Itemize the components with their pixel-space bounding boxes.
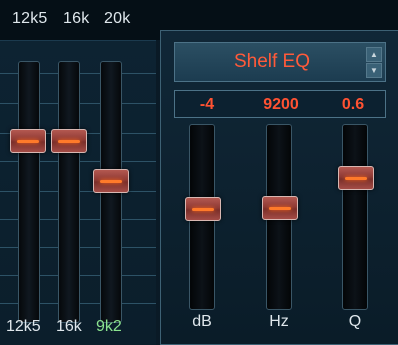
band-slider-knob-16k[interactable]: [51, 129, 87, 153]
hz-slider-knob[interactable]: [262, 196, 298, 220]
db-label: dB: [192, 313, 212, 330]
band-label-9k2: 9k2: [96, 318, 122, 335]
band-label-16k: 16k: [56, 318, 82, 335]
band-label-12k5: 12k5: [6, 318, 41, 335]
db-value: -4: [199, 96, 215, 113]
eq-type-select[interactable]: Shelf EQ ▲ ▼: [174, 42, 386, 82]
band-slider-track-12k5[interactable]: [18, 61, 40, 323]
top-band-label-3: 20k: [104, 10, 131, 27]
parameter-readout: -4 9200 0.6: [174, 90, 386, 118]
q-slider-knob[interactable]: [338, 166, 374, 190]
band-slider-knob-9k2[interactable]: [93, 169, 129, 193]
band-slider-track-16k[interactable]: [58, 61, 80, 323]
hz-value: 9200: [263, 96, 299, 113]
top-band-label-1: 12k5: [12, 10, 48, 27]
db-slider-knob[interactable]: [185, 197, 221, 221]
eq-plugin-window: 12k5 16k 20k 12k5 16k 9k2 Shelf EQ ▲ ▼ -…: [0, 0, 398, 345]
q-label: Q: [348, 313, 362, 330]
caret-up-icon[interactable]: ▲: [366, 47, 382, 62]
q-slider-track[interactable]: [342, 124, 368, 310]
graphic-eq-panel: [0, 40, 156, 345]
caret-down-icon[interactable]: ▼: [366, 63, 382, 78]
eq-type-value: Shelf EQ: [233, 51, 311, 72]
hz-label: Hz: [269, 313, 289, 330]
band-slider-knob-12k5[interactable]: [10, 129, 46, 153]
q-value: 0.6: [341, 96, 365, 113]
top-band-label-2: 16k: [63, 10, 90, 27]
